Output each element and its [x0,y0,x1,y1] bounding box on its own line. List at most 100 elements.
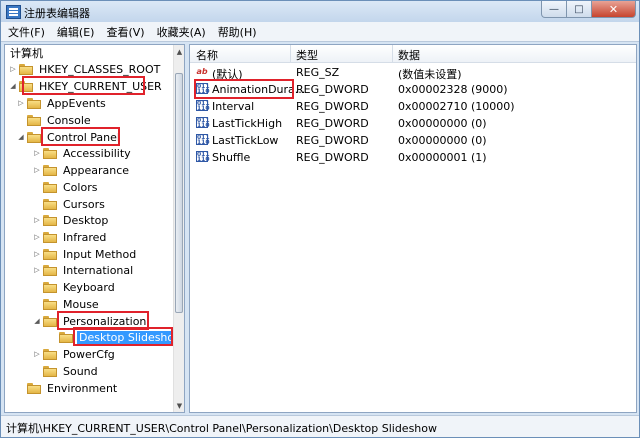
value-data: (数值未设置) [398,68,462,81]
column-divider[interactable] [290,45,291,62]
folder-icon [27,382,41,394]
menu-edit[interactable]: 编辑(E) [52,24,100,40]
tree-item-colors[interactable]: Colors [32,179,99,195]
window-title: 注册表编辑器 [24,7,90,20]
tree-item-cursors[interactable]: Cursors [32,196,107,212]
key-tree: 计算机 ▷ HKEY_CLASSES_ROOT ◢ HKEY_CURRENT_U… [5,45,173,412]
values-pane: 名称 类型 数据 ab (默认) REG_SZ (数值未设置) 011 110 A… [189,44,637,413]
tree-item-label: Personalization [63,314,147,328]
value-row[interactable]: ab (默认) REG_SZ (数值未设置) [190,64,636,81]
tree-item-hkcr[interactable]: ▷ HKEY_CLASSES_ROOT [8,61,162,77]
value-type: REG_DWORD [296,117,369,130]
tree-item-appearance[interactable]: ▷ Appearance [32,162,131,178]
expand-icon[interactable]: ▷ [32,215,42,225]
scrollbar-thumb[interactable] [175,73,183,313]
tree-item-console[interactable]: Console [16,112,93,128]
tree-item-label: International [63,263,134,277]
string-value-icon: ab [196,67,208,76]
column-header-row: 名称 类型 数据 [190,45,636,63]
tree-item-label: Input Method [63,247,137,261]
column-divider[interactable] [392,45,393,62]
maximize-button[interactable]: □ [567,1,592,18]
tree-item-personalization[interactable]: ◢ Personalization [32,313,148,329]
collapse-icon[interactable]: ◢ [16,132,26,142]
tree-item-label: Desktop [63,213,109,227]
scroll-down-icon[interactable]: ▼ [174,399,184,412]
tree-item-label: Accessibility [63,146,131,160]
tree-item-mouse[interactable]: Mouse [32,296,101,312]
value-row[interactable]: 011 110 LastTickHigh REG_DWORD 0x00000000… [190,115,636,132]
expand-icon[interactable]: ▷ [32,265,42,275]
folder-icon [43,164,57,176]
tree-item-keyboard[interactable]: Keyboard [32,279,117,295]
tree-item-label: Control Panel [47,130,120,144]
collapse-icon[interactable]: ◢ [32,316,42,326]
menu-file[interactable]: 文件(F) [3,24,50,40]
value-data: 0x00002710 (10000) [398,100,515,113]
tree-item-label: Environment [47,381,118,395]
column-header-name[interactable]: 名称 [196,47,218,63]
value-type: REG_SZ [296,66,340,79]
tree-item-hkcu[interactable]: ◢ HKEY_CURRENT_USER [8,78,164,94]
scroll-up-icon[interactable]: ▲ [174,45,184,58]
tree-item-appevents[interactable]: ▷ AppEvents [16,95,108,111]
folder-open-icon [19,80,33,92]
value-row[interactable]: 011 110 Shuffle REG_DWORD 0x00000001 (1) [190,149,636,166]
value-name: LastTickHigh [212,117,283,130]
menu-help[interactable]: 帮助(H) [213,24,262,40]
expand-icon[interactable]: ▷ [16,98,26,108]
menu-favorites[interactable]: 收藏夹(A) [152,24,211,40]
expand-icon[interactable]: ▷ [8,64,18,74]
folder-icon [59,331,73,343]
tree-item-desktop-slideshow[interactable]: Desktop Slideshow [48,329,173,345]
regedit-window: 注册表编辑器 — □ ✕ 文件(F) 编辑(E) 查看(V) 收藏夹(A) 帮助… [0,0,640,438]
folder-icon [43,198,57,210]
column-header-data[interactable]: 数据 [398,47,420,63]
tree-item-label: Mouse [63,297,99,311]
folder-icon [43,231,57,243]
tree-item-powercfg[interactable]: ▷ PowerCfg [32,346,117,362]
tree-item-computer[interactable]: 计算机 [8,45,45,61]
value-data: 0x00000000 (0) [398,134,487,147]
expand-icon[interactable]: ▷ [32,165,42,175]
value-data: 0x00000001 (1) [398,151,487,164]
tree-item-accessibility[interactable]: ▷ Accessibility [32,145,133,161]
value-row[interactable]: 011 110 AnimationDura... REG_DWORD 0x0000… [190,81,636,98]
collapse-icon[interactable]: ◢ [8,81,18,91]
binary-value-icon: 011 110 [196,134,210,146]
binary-value-icon: 011 110 [196,100,210,112]
minimize-button[interactable]: — [541,1,567,18]
tree-item-sound[interactable]: Sound [32,363,100,379]
tree-item-environment[interactable]: Environment [16,380,119,396]
tree-vertical-scrollbar[interactable]: ▲ ▼ [173,45,184,412]
column-header-type[interactable]: 类型 [296,47,318,63]
folder-icon [43,348,57,360]
value-type: REG_DWORD [296,151,369,164]
tree-item-infrared[interactable]: ▷ Infrared [32,229,108,245]
folder-icon [43,281,57,293]
tree-item-label: Desktop Slideshow [77,330,173,344]
value-type: REG_DWORD [296,134,369,147]
value-name: Shuffle [212,151,251,164]
tree-item-input-method[interactable]: ▷ Input Method [32,246,138,262]
binary-value-icon: 011 110 [196,83,210,95]
title-bar: 注册表编辑器 — □ ✕ [1,1,639,22]
value-row[interactable]: 011 110 Interval REG_DWORD 0x00002710 (10… [190,98,636,115]
expand-icon[interactable]: ▷ [32,349,42,359]
tree-item-desktop[interactable]: ▷ Desktop [32,212,110,228]
menu-view[interactable]: 查看(V) [101,24,149,40]
value-row[interactable]: 011 110 LastTickLow REG_DWORD 0x00000000 … [190,132,636,149]
window-controls: — □ ✕ [541,1,636,19]
expand-icon[interactable]: ▷ [32,249,42,259]
tree-item-control-panel[interactable]: ◢ Control Panel [16,129,122,145]
tree-item-international[interactable]: ▷ International [32,262,135,278]
close-button[interactable]: ✕ [592,1,636,18]
expand-icon[interactable]: ▷ [32,232,42,242]
folder-icon [19,63,33,75]
folder-icon [27,114,41,126]
expand-icon[interactable]: ▷ [32,148,42,158]
